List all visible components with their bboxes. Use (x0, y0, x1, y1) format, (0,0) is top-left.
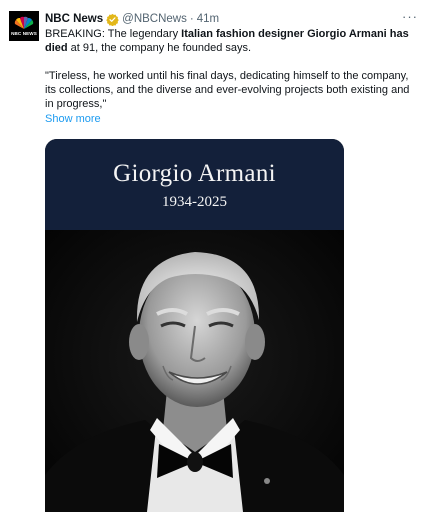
tweet-header: NBC News @NBCNews · 41m ··· (45, 10, 418, 27)
quote-paragraph: "Tireless, he worked until his final day… (45, 70, 410, 110)
timestamp[interactable]: 41m (197, 13, 219, 25)
nbc-peacock-icon (14, 16, 34, 29)
tweet[interactable]: NBC NEWS NBC News @NBCNews · 41m ··· BRE… (0, 0, 428, 512)
portrait-photo (45, 230, 344, 512)
more-options-icon[interactable]: ··· (402, 10, 418, 23)
media-title-banner: Giorgio Armani 1934-2025 (45, 139, 344, 230)
separator-dot: · (189, 13, 194, 25)
tweet-media-image[interactable]: Giorgio Armani 1934-2025 (45, 139, 344, 512)
avatar[interactable]: NBC NEWS (9, 11, 39, 41)
verified-badge-icon (106, 13, 119, 26)
tweet-text: BREAKING: The legendary Italian fashion … (45, 27, 420, 126)
media-years: 1934-2025 (162, 194, 227, 210)
avatar-label: NBC NEWS (11, 31, 37, 36)
media-title: Giorgio Armani (113, 160, 276, 187)
show-more-link[interactable]: Show more (45, 112, 420, 126)
author-name[interactable]: NBC News (45, 13, 103, 25)
text-lead: BREAKING: The legendary (45, 28, 182, 40)
author-handle[interactable]: @NBCNews (122, 13, 187, 25)
breaking-paragraph: BREAKING: The legendary Italian fashion … (45, 27, 420, 55)
text-tail: at 91, the company he founded says. (67, 42, 252, 54)
